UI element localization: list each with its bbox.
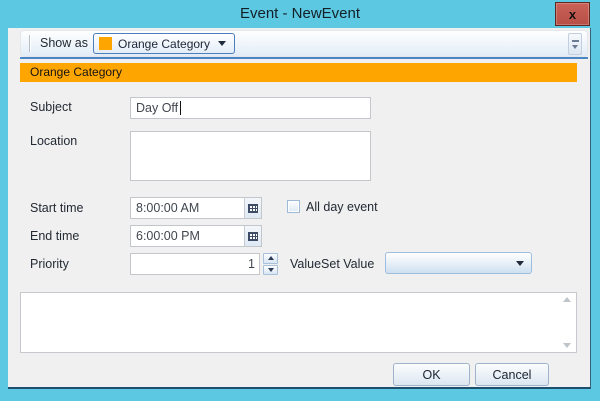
overflow-bar-icon (572, 40, 579, 42)
title-bar: Event - NewEvent (0, 0, 600, 28)
toolbar-underline (20, 57, 588, 59)
ok-button[interactable]: OK (393, 363, 470, 386)
start-time-calendar-button[interactable] (244, 198, 261, 218)
chevron-up-icon (268, 256, 274, 260)
all-day-checkbox[interactable] (287, 200, 300, 213)
location-label: Location (30, 134, 77, 148)
start-time-label: Start time (30, 201, 84, 215)
start-time-input[interactable] (131, 198, 244, 218)
category-banner: Orange Category (20, 63, 577, 82)
valueset-dropdown[interactable] (385, 252, 532, 274)
toolbar: Show as Orange Category (20, 30, 588, 57)
toolbar-grip[interactable] (29, 35, 30, 52)
end-time-picker (130, 225, 262, 247)
close-button[interactable]: x (555, 2, 590, 26)
scroll-down-icon[interactable] (563, 343, 571, 348)
subject-input[interactable] (130, 97, 371, 119)
priority-label: Priority (30, 257, 69, 271)
notes-field-wrap (20, 292, 577, 353)
dialog-content: Show as Orange Category Orange Category … (8, 28, 591, 389)
chevron-down-icon (218, 41, 226, 46)
subject-field-wrap (130, 97, 371, 119)
valueset-label: ValueSet Value (290, 257, 374, 271)
end-time-label: End time (30, 229, 79, 243)
calendar-icon (248, 232, 258, 241)
subject-label: Subject (30, 100, 72, 114)
text-caret (180, 101, 181, 115)
event-dialog: { "window": { "title": "Event - NewEvent… (0, 0, 600, 401)
spinner-down-button[interactable] (263, 265, 278, 276)
window-title: Event - NewEvent (240, 5, 360, 22)
start-time-picker (130, 197, 262, 219)
category-color-swatch (99, 37, 112, 50)
cancel-button[interactable]: Cancel (475, 363, 549, 386)
priority-spinner (263, 253, 278, 275)
toolbar-overflow-button[interactable] (568, 33, 582, 55)
show-as-label: Show as (40, 31, 88, 56)
calendar-icon (248, 204, 258, 213)
end-time-calendar-button[interactable] (244, 226, 261, 246)
category-dropdown[interactable]: Orange Category (93, 33, 235, 54)
priority-input[interactable] (130, 253, 260, 275)
notes-input[interactable] (21, 293, 576, 352)
chevron-down-icon (516, 261, 524, 266)
location-input[interactable] (130, 131, 371, 181)
chevron-down-icon (268, 268, 274, 272)
category-dropdown-value: Orange Category (112, 37, 218, 51)
scroll-up-icon[interactable] (563, 297, 571, 302)
spinner-up-button[interactable] (263, 253, 278, 264)
overflow-chevron-icon (572, 45, 578, 49)
all-day-label: All day event (306, 200, 378, 214)
end-time-input[interactable] (131, 226, 244, 246)
close-icon: x (569, 7, 576, 22)
